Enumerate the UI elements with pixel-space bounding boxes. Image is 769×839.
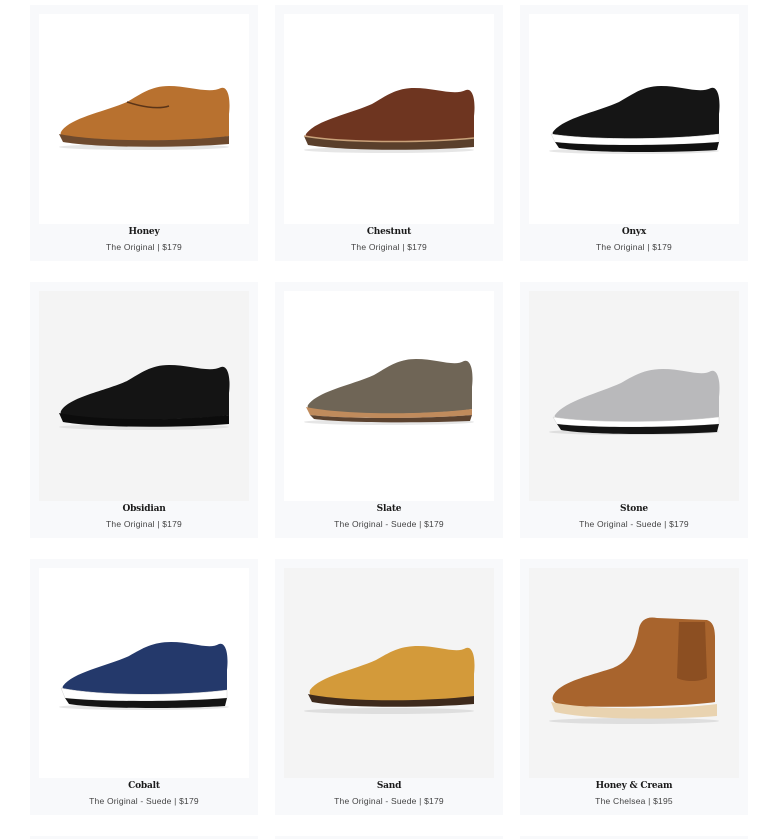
product-subtitle: The Original - Suede | $179 xyxy=(334,519,444,529)
product-name[interactable]: Obsidian xyxy=(30,504,258,514)
product-subtitle: The Original | $179 xyxy=(351,242,427,252)
boot-icon xyxy=(549,617,719,724)
product-image[interactable] xyxy=(529,14,739,224)
product-name[interactable]: Sand xyxy=(275,781,503,791)
product-subtitle: The Original - Suede | $179 xyxy=(334,796,444,806)
product-card-slate[interactable]: Slate The Original - Suede | $179 xyxy=(275,282,503,538)
product-card-onyx[interactable]: Onyx The Original | $179 xyxy=(520,5,748,261)
product-subtitle: The Original - Suede | $179 xyxy=(89,796,199,806)
product-image[interactable] xyxy=(529,291,739,501)
product-card-cobalt[interactable]: Cobalt The Original - Suede | $179 xyxy=(30,559,258,815)
product-grid: Honey The Original | $179 Chestnut The O… xyxy=(0,0,769,839)
product-image[interactable] xyxy=(39,568,249,778)
product-name[interactable]: Onyx xyxy=(520,227,748,237)
product-card-honey-cream[interactable]: Honey & Cream The Chelsea | $195 xyxy=(520,559,748,815)
product-image[interactable] xyxy=(529,568,739,778)
product-name[interactable]: Honey & Cream xyxy=(520,781,748,791)
product-card-obsidian[interactable]: Obsidian The Original | $179 xyxy=(30,282,258,538)
product-card-sand[interactable]: Sand The Original - Suede | $179 xyxy=(275,559,503,815)
product-image[interactable] xyxy=(284,14,494,224)
shoe-icon xyxy=(549,86,720,154)
product-name[interactable]: Cobalt xyxy=(30,781,258,791)
product-card-stone[interactable]: Stone The Original - Suede | $179 xyxy=(520,282,748,538)
shoe-icon xyxy=(304,646,475,714)
product-name[interactable]: Honey xyxy=(30,227,258,237)
product-card-honey[interactable]: Honey The Original | $179 xyxy=(30,5,258,261)
shoe-icon xyxy=(59,365,230,430)
product-image[interactable] xyxy=(39,14,249,224)
product-name[interactable]: Slate xyxy=(275,504,503,514)
product-subtitle: The Original | $179 xyxy=(596,242,672,252)
shoe-icon xyxy=(304,359,474,425)
product-name[interactable]: Stone xyxy=(520,504,748,514)
product-subtitle: The Original - Suede | $179 xyxy=(579,519,689,529)
shoe-icon xyxy=(303,88,475,153)
product-image[interactable] xyxy=(284,291,494,501)
product-subtitle: The Original | $179 xyxy=(106,242,182,252)
shoe-icon xyxy=(59,86,230,150)
product-image[interactable] xyxy=(284,568,494,778)
product-name[interactable]: Chestnut xyxy=(275,227,503,237)
shoe-icon xyxy=(549,369,720,435)
shoe-icon xyxy=(59,642,229,710)
product-image[interactable] xyxy=(39,291,249,501)
product-subtitle: The Chelsea | $195 xyxy=(595,796,673,806)
product-card-chestnut[interactable]: Chestnut The Original | $179 xyxy=(275,5,503,261)
product-subtitle: The Original | $179 xyxy=(106,519,182,529)
